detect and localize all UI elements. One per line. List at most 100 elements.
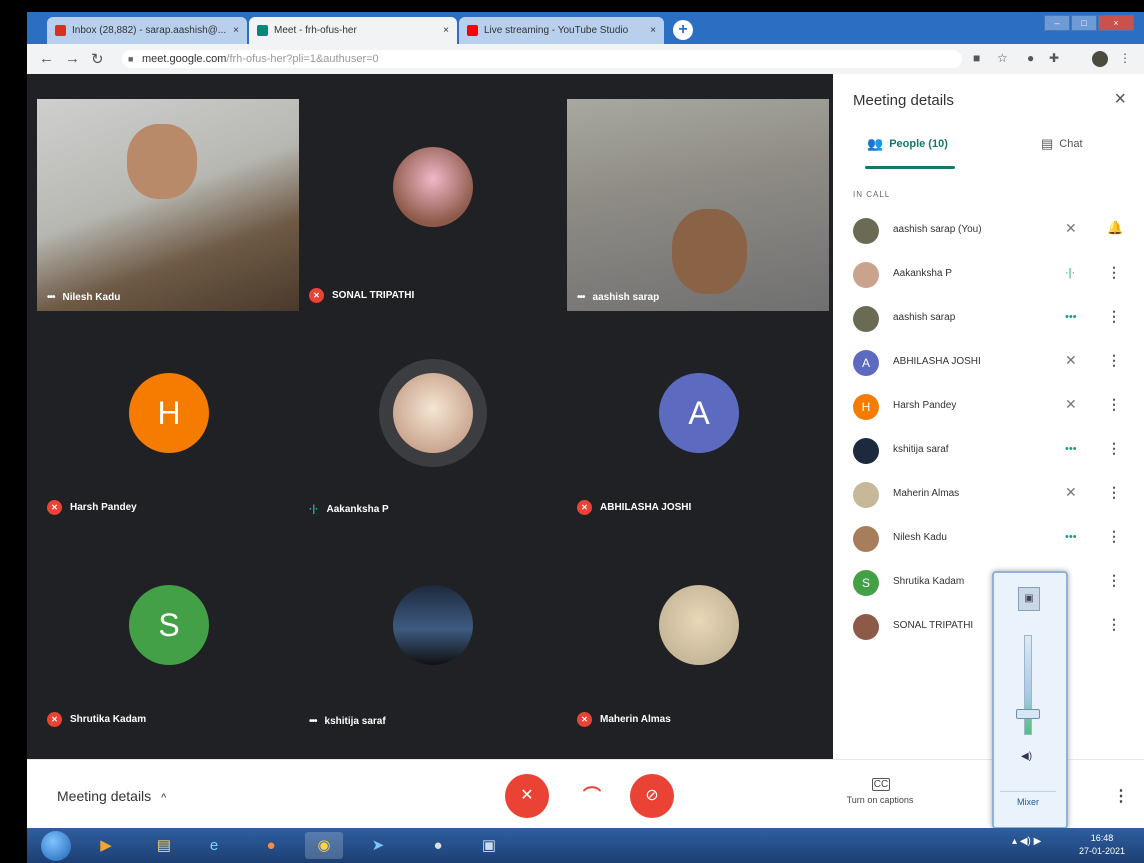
people-list-item[interactable]: H Harsh Pandey ✕ ⋮ (853, 390, 1133, 424)
tab-chat-label: Chat (1059, 138, 1083, 150)
window-controls: – □ × (1043, 15, 1134, 31)
start-button[interactable] (41, 831, 71, 861)
close-tab-icon[interactable]: × (443, 25, 449, 36)
video-tile[interactable]: ✕ SONAL TRIPATHI (299, 99, 561, 311)
more-options-icon[interactable]: ⋮ (1107, 264, 1121, 281)
people-list-item[interactable]: Aakanksha P ·|· ⋮ (853, 258, 1133, 292)
maximize-icon[interactable]: □ (1071, 15, 1097, 31)
video-stage: ••• Nilesh Kadu ✕ SONAL TRIPATHI ••• aashis… (27, 74, 833, 759)
participant-name: Aakanksha P (893, 268, 952, 279)
more-options-icon[interactable]: ⋮ (1107, 484, 1121, 501)
internet-explorer-icon[interactable]: e (195, 832, 233, 859)
participant-name: aashish sarap (893, 312, 956, 323)
meeting-details-button[interactable]: Meeting details ^ (57, 788, 166, 804)
people-list-item[interactable]: aashish sarap (You) ✕ 🔔 (853, 214, 1133, 248)
participant-name: aashish sarap (You) (893, 224, 982, 235)
bookmark-star-icon[interactable]: ☆ (997, 51, 1008, 65)
people-list-item[interactable]: kshitija saraf ••• ⋮ (853, 434, 1133, 468)
clock[interactable]: 16:48 27-01-2021 (1079, 832, 1125, 858)
more-options-icon[interactable]: ⋮ (1107, 352, 1121, 369)
participant-initial-avatar: H (129, 373, 209, 453)
participant-avatar (853, 218, 879, 244)
people-list-item[interactable]: Nilesh Kadu ••• ⋮ (853, 522, 1133, 556)
reload-icon[interactable]: ↻ (91, 50, 104, 68)
camera-icon[interactable]: ■ (973, 51, 980, 65)
close-window-icon[interactable]: × (1098, 15, 1134, 31)
more-options-icon[interactable]: ⋮ (1107, 572, 1121, 589)
back-icon[interactable]: ← (39, 50, 54, 67)
talking-indicator-icon: ••• (309, 716, 317, 727)
video-tile[interactable]: ·|· Aakanksha P (299, 311, 561, 523)
talking-indicator-icon: ••• (1065, 311, 1077, 323)
video-tile[interactable]: ••• aashish sarap (567, 99, 829, 311)
more-options-icon[interactable]: ⋮ (1107, 440, 1121, 457)
firefox-icon[interactable]: ● (252, 832, 290, 859)
volume-slider-track[interactable] (1024, 635, 1032, 735)
close-icon[interactable]: × (1114, 88, 1126, 111)
mic-off-button[interactable]: ✕ (505, 774, 549, 818)
speaking-indicator-icon: ·|· (309, 504, 319, 515)
more-options-icon[interactable]: ⋮ (1107, 308, 1121, 325)
media-player-icon[interactable]: ▶ (87, 832, 125, 859)
app-window-icon[interactable]: ▣ (470, 832, 508, 859)
more-options-icon[interactable]: ⋮ (1113, 786, 1129, 806)
video-tile[interactable]: H ✕ Harsh Pandey (37, 311, 299, 523)
video-tile[interactable]: ••• kshitija saraf (299, 523, 561, 735)
file-explorer-icon[interactable]: ▤ (145, 832, 183, 859)
obs-icon[interactable]: ● (419, 832, 457, 859)
chevron-up-icon: ^ (161, 792, 167, 804)
clock-time: 16:48 (1090, 833, 1114, 843)
participant-name: Shrutika Kadam (893, 576, 965, 587)
tab-meet[interactable]: Meet - frh-ofus-her × (249, 17, 457, 44)
leave-call-button[interactable]: ⌒ (570, 774, 614, 818)
mixer-link[interactable]: Mixer (1000, 791, 1056, 812)
video-tile[interactable]: ••• Nilesh Kadu (37, 99, 299, 311)
speaker-device-icon[interactable]: ▣ (1018, 587, 1040, 611)
more-options-icon[interactable]: ⋮ (1107, 528, 1121, 545)
chrome-icon[interactable]: ◉ (305, 832, 343, 859)
panel-title: Meeting details (853, 92, 954, 109)
video-tile[interactable]: S ✕ Shrutika Kadam (37, 523, 299, 735)
tile-name: ABHILASHA JOSHI (600, 502, 692, 513)
more-options-icon[interactable]: ⋮ (1107, 396, 1121, 413)
video-tile[interactable]: A ✕ ABHILASHA JOSHI (567, 311, 829, 523)
url-field[interactable]: ■ meet.google.com/frh-ofus-her?pli=1&aut… (122, 50, 962, 68)
address-bar: ← → ↻ ■ meet.google.com/frh-ofus-her?pli… (27, 44, 1144, 75)
camera-off-button[interactable]: ⊘ (630, 774, 674, 818)
people-list-item[interactable]: A ABHILASHA JOSHI ✕ ⋮ (853, 346, 1133, 380)
volume-slider-thumb[interactable] (1016, 708, 1040, 719)
mic-off-icon: ✕ (577, 500, 592, 515)
close-tab-icon[interactable]: × (233, 25, 239, 36)
notification-bell-icon[interactable]: 🔔 (1107, 220, 1123, 236)
captions-button[interactable]: CC Turn on captions (835, 778, 925, 805)
mic-off-icon: ✕ (47, 500, 62, 515)
telegram-icon[interactable]: ➤ (359, 832, 397, 859)
browser-menu-icon[interactable]: ⋮ (1119, 51, 1131, 65)
people-list-item[interactable]: aashish sarap ••• ⋮ (853, 302, 1133, 336)
close-tab-icon[interactable]: × (650, 25, 656, 36)
participant-name: Nilesh Kadu (893, 532, 947, 543)
profile-avatar[interactable] (1092, 51, 1108, 67)
new-tab-button[interactable]: + (673, 20, 693, 40)
video-tile[interactable]: ✕ Maherin Almas (567, 523, 829, 735)
mic-off-icon: ✕ (309, 288, 324, 303)
youtube-icon (467, 25, 478, 36)
participant-avatar (393, 373, 473, 453)
more-options-icon[interactable]: ⋮ (1107, 616, 1121, 633)
screen: Inbox (28,882) - sarap.aashish@... × Mee… (27, 12, 1144, 863)
camera-off-icon: ⊘ (645, 787, 659, 804)
participant-avatar (853, 262, 879, 288)
people-list-item[interactable]: Maherin Almas ✕ ⋮ (853, 478, 1133, 512)
tab-gmail[interactable]: Inbox (28,882) - sarap.aashish@... × (47, 17, 247, 44)
forward-icon[interactable]: → (65, 50, 80, 67)
extensions-puzzle-icon[interactable]: ✚ (1049, 51, 1059, 65)
minimize-icon[interactable]: – (1044, 15, 1070, 31)
system-tray[interactable]: ▴ ◀) ▶ (1012, 836, 1041, 847)
url-host: meet.google.com (142, 53, 227, 65)
tab-youtube[interactable]: Live streaming - YouTube Studio × (459, 17, 664, 44)
tab-chat[interactable]: ▤ Chat (1041, 136, 1083, 152)
participant-avatar (853, 306, 879, 332)
speaker-icon[interactable]: ◀) (1021, 751, 1032, 762)
tab-people[interactable]: 👥 People (10) (867, 136, 948, 152)
extension-icon[interactable]: ● (1027, 51, 1034, 65)
